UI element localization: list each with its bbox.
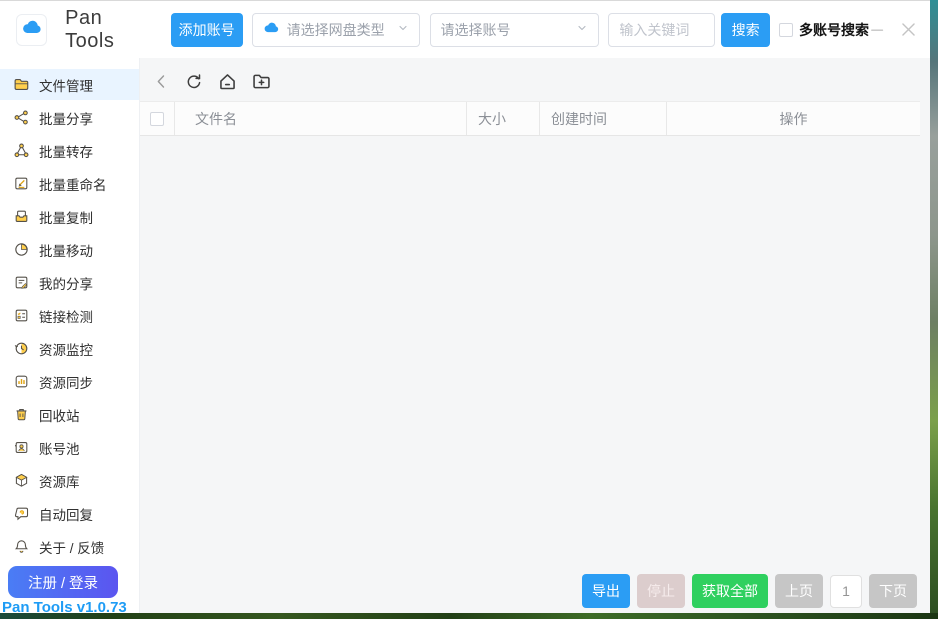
sidebar-item-batch-copy[interactable]: 批量复制	[0, 201, 139, 232]
sidebar-item-link-check[interactable]: 链接检测	[0, 300, 139, 331]
link-check-icon	[15, 309, 28, 322]
table-body-empty	[140, 136, 930, 506]
monitor-icon	[14, 342, 28, 355]
main-content: 文件名 大小 创建时间 操作	[140, 58, 930, 614]
sidebar-item-label: 账号池	[39, 441, 80, 457]
column-operations: 操作	[779, 110, 808, 127]
footer-actions: 导出 停止 获取全部 上页 下页	[582, 574, 917, 608]
sidebar-item-resource-monitor[interactable]: 资源监控	[0, 333, 139, 364]
auto-reply-icon	[14, 507, 29, 521]
column-size: 大小	[467, 102, 540, 135]
sidebar-item-batch-move[interactable]: 批量移动	[0, 234, 139, 265]
close-icon[interactable]	[899, 20, 918, 39]
rename-icon	[15, 177, 28, 190]
my-share-icon	[15, 276, 28, 289]
share-icon	[14, 110, 28, 125]
multi-account-label: 多账号搜索	[798, 21, 869, 38]
account-pool-icon	[14, 442, 28, 453]
sidebar-item-file-manage[interactable]: 文件管理	[0, 69, 139, 100]
table-header: 文件名 大小 创建时间 操作	[140, 101, 920, 136]
register-login-button[interactable]: 注册 / 登录	[8, 566, 118, 598]
home-icon[interactable]	[217, 71, 238, 92]
sidebar-item-account-pool[interactable]: 账号池	[0, 432, 139, 463]
chevron-down-icon	[397, 21, 409, 39]
bell-icon	[14, 540, 29, 553]
chevron-down-icon	[576, 21, 588, 39]
prev-page-button[interactable]: 上页	[775, 574, 823, 608]
sync-icon	[15, 375, 28, 388]
sidebar-item-my-share[interactable]: 我的分享	[0, 267, 139, 298]
transfer-icon	[14, 143, 29, 158]
stop-button[interactable]: 停止	[637, 574, 685, 608]
sidebar-item-label: 文件管理	[39, 78, 93, 94]
app-title: Pan Tools	[65, 6, 115, 52]
multi-account-search: 多账号搜索	[778, 20, 869, 40]
add-account-button[interactable]: 添加账号	[170, 12, 243, 47]
sidebar-item-label: 批量移动	[39, 243, 93, 259]
account-select-placeholder: 请选择账号	[440, 21, 511, 38]
sidebar-menu: 文件管理 批量分享 批量转存 批量重命名 批量复制 批量移动 我的分享 链接检测…	[0, 58, 139, 562]
desktop-wallpaper-right-strip	[930, 0, 938, 619]
app-logo	[16, 13, 48, 46]
folder-icon	[14, 78, 29, 91]
sidebar-item-label: 回收站	[39, 408, 80, 424]
search-button[interactable]: 搜索	[721, 12, 770, 47]
sidebar-item-label: 批量转存	[39, 144, 93, 160]
back-icon[interactable]	[152, 72, 171, 91]
sidebar-item-recycle-bin[interactable]: 回收站	[0, 399, 139, 430]
sidebar-item-auto-reply[interactable]: 自动回复	[0, 498, 139, 529]
minimize-icon[interactable]	[869, 21, 886, 38]
sidebar-item-label: 关于 / 反馈	[39, 540, 105, 556]
sidebar-item-label: 资源监控	[39, 342, 93, 358]
new-folder-icon[interactable]	[251, 71, 272, 92]
sidebar-item-about-feedback[interactable]: 关于 / 反馈	[0, 531, 139, 562]
select-all-checkbox[interactable]	[150, 111, 164, 126]
sidebar-item-label: 资源同步	[39, 375, 93, 391]
topbar: Pan Tools 添加账号 请选择网盘类型 请选择账号 搜索 多账号搜索	[0, 1, 930, 58]
sidebar-item-batch-rename[interactable]: 批量重命名	[0, 168, 139, 199]
refresh-icon[interactable]	[184, 72, 204, 92]
sidebar-item-batch-transfer[interactable]: 批量转存	[0, 135, 139, 166]
move-icon	[15, 243, 28, 256]
column-created-time: 创建时间	[540, 102, 667, 135]
sidebar-item-batch-share[interactable]: 批量分享	[0, 102, 139, 133]
column-filename: 文件名	[175, 102, 467, 135]
sidebar-item-resource-library[interactable]: 资源库	[0, 465, 139, 496]
export-button[interactable]: 导出	[582, 574, 630, 608]
keyword-input[interactable]	[608, 12, 716, 47]
desktop-wallpaper-bottom-strip	[0, 613, 938, 619]
sidebar-item-label: 资源库	[39, 474, 80, 490]
sidebar-item-label: 批量重命名	[39, 177, 107, 193]
fetch-all-button[interactable]: 获取全部	[692, 574, 768, 608]
window-controls	[869, 20, 918, 39]
copy-icon	[15, 210, 28, 222]
cloud-logo-icon	[21, 16, 43, 43]
sidebar-item-label: 我的分享	[39, 276, 93, 292]
next-page-button[interactable]: 下页	[869, 574, 917, 608]
drive-type-placeholder: 请选择网盘类型	[286, 21, 385, 38]
multi-account-checkbox[interactable]	[778, 22, 793, 37]
sidebar: 文件管理 批量分享 批量转存 批量重命名 批量复制 批量移动 我的分享 链接检测…	[0, 58, 140, 616]
cloud-icon	[263, 19, 280, 41]
app-window: Pan Tools 添加账号 请选择网盘类型 请选择账号 搜索 多账号搜索	[0, 0, 930, 616]
account-select[interactable]: 请选择账号	[429, 12, 600, 47]
library-icon	[15, 473, 28, 487]
sidebar-item-label: 自动回复	[39, 507, 93, 523]
trash-icon	[16, 409, 27, 421]
file-toolbar	[140, 58, 930, 101]
sidebar-item-label: 批量分享	[39, 111, 93, 127]
sidebar-item-label: 链接检测	[39, 309, 93, 325]
page-number-input[interactable]	[830, 574, 862, 608]
sidebar-item-resource-sync[interactable]: 资源同步	[0, 366, 139, 397]
select-all-cell	[140, 102, 175, 135]
sidebar-item-label: 批量复制	[39, 210, 93, 226]
drive-type-select[interactable]: 请选择网盘类型	[251, 12, 420, 47]
